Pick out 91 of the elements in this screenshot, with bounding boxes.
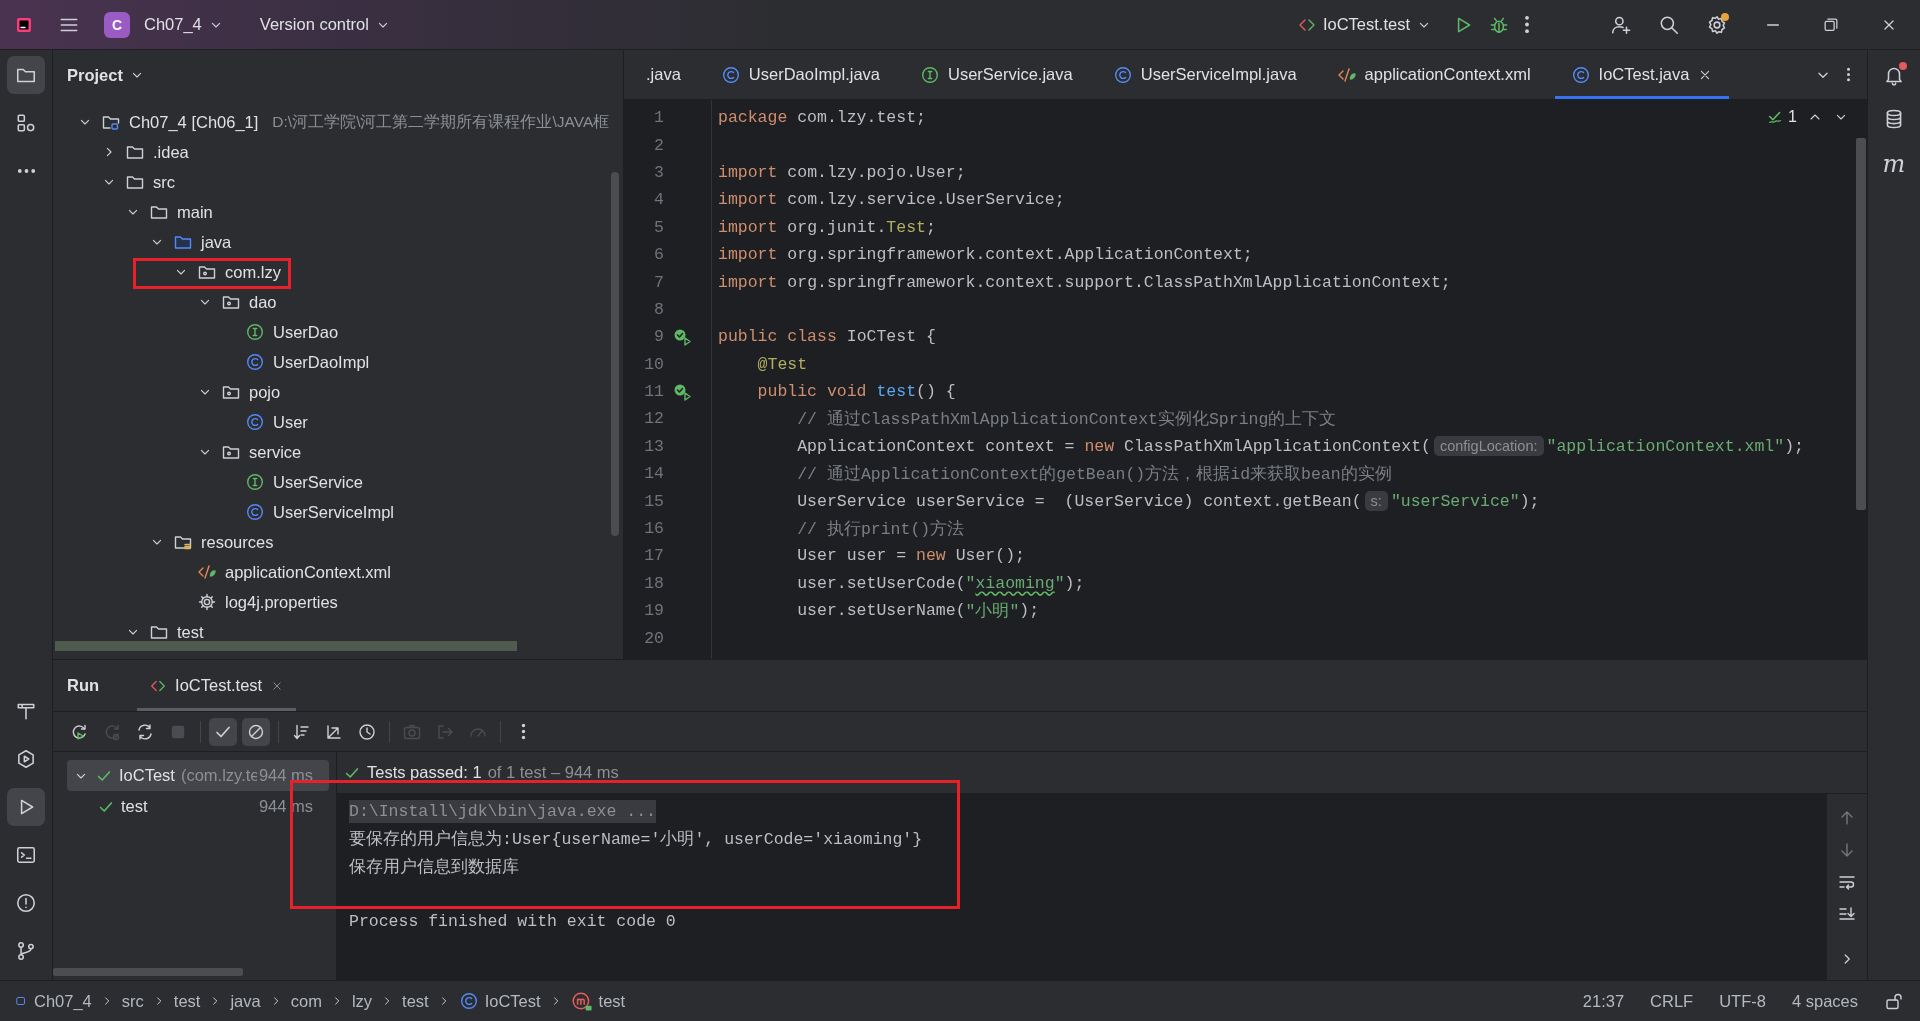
- tree-item[interactable]: main: [177, 202, 213, 222]
- tree-item[interactable]: Ch07_4 [Ch06_1]: [129, 112, 259, 132]
- code-line: import org.junit.Test;: [718, 216, 936, 239]
- line-number: 2: [653, 135, 664, 155]
- line-separator[interactable]: CRLF: [1650, 991, 1694, 1011]
- version-control-menu[interactable]: Version control: [253, 11, 397, 38]
- code-line: // 通过ClassPathXmlApplicationContext实例化Spring的上下文: [796, 409, 1337, 431]
- breadcrumb[interactable]: src: [121, 991, 144, 1011]
- editor-tab[interactable]: UserDaoImpl.java: [704, 50, 896, 99]
- tree-item[interactable]: service: [249, 442, 302, 462]
- tree-item[interactable]: com.lzy: [225, 262, 281, 282]
- code-line: import org.springframework.context.ApplicationContext;: [718, 244, 1253, 267]
- line-number: 10: [643, 354, 664, 374]
- breadcrumb[interactable]: IoCTest: [458, 991, 541, 1011]
- cursor-position[interactable]: 21:37: [1582, 991, 1625, 1011]
- code-line: import com.lzy.pojo.User;: [718, 161, 966, 184]
- tree-item[interactable]: .idea: [153, 142, 189, 162]
- line-number: 5: [653, 217, 664, 237]
- tree-item[interactable]: resources: [201, 532, 274, 552]
- line-number: 12: [643, 409, 664, 429]
- test-name: test: [121, 797, 148, 816]
- tree-item[interactable]: log4j.properties: [225, 592, 338, 612]
- breadcrumb[interactable]: test: [173, 991, 201, 1011]
- console-output-line: 要保存的用户信息为:User{userName='小明', userCode='xiaoming'}: [349, 829, 923, 851]
- line-number: 15: [643, 491, 664, 511]
- line-number: 20: [643, 628, 664, 648]
- code-line: UserService userService = (UserService) context.getBean( s: "userService");: [796, 490, 1540, 514]
- code-line: package com.lzy.test;: [718, 107, 926, 130]
- inspection-widget[interactable]: 1: [1767, 108, 1797, 126]
- line-number: 14: [643, 464, 664, 484]
- editor-tab[interactable]: IoCTest.java: [1554, 50, 1730, 99]
- editor-tab[interactable]: .java: [630, 50, 697, 99]
- line-number: 13: [643, 436, 664, 456]
- breadcrumb[interactable]: test: [402, 991, 429, 1011]
- tree-item[interactable]: UserDao: [273, 322, 339, 342]
- tree-item[interactable]: pojo: [249, 382, 281, 402]
- breadcrumb[interactable]: com: [290, 991, 322, 1011]
- line-number: 9: [653, 327, 664, 347]
- editor-tab[interactable]: UserServiceImpl.java: [1096, 50, 1313, 99]
- tree-item[interactable]: test: [177, 622, 204, 642]
- editor-tab[interactable]: UserService.java: [904, 50, 1089, 99]
- console-output-line: 保存用户信息到数据库: [349, 856, 519, 878]
- tests-detail: of 1 test – 944 ms: [487, 763, 619, 782]
- tree-item[interactable]: dao: [249, 292, 277, 312]
- panel-title: Run: [67, 675, 100, 696]
- tree-item[interactable]: applicationContext.xml: [225, 562, 391, 582]
- tests-status: Tests passed: 1: [367, 763, 482, 782]
- tree-item[interactable]: UserServiceImpl: [273, 502, 395, 522]
- line-number: 8: [653, 299, 664, 319]
- run-tab[interactable]: IoCTest.test: [137, 660, 297, 711]
- editor-tab[interactable]: applicationContext.xml: [1320, 50, 1547, 99]
- test-name: IoCTest: [119, 766, 175, 785]
- line-number: 19: [643, 601, 664, 621]
- breadcrumb[interactable]: java: [230, 991, 261, 1011]
- tree-item[interactable]: java: [201, 232, 232, 252]
- project-view-selector[interactable]: Project: [67, 65, 145, 85]
- code-line: User user = new User();: [796, 545, 1025, 568]
- code-line: // 执行print()方法: [796, 518, 965, 541]
- line-number: 18: [643, 573, 664, 593]
- code-line: @Test: [756, 353, 808, 376]
- code-line: // 通过ApplicationContext的getBean()方法，根据id来获取bean的实例: [796, 463, 1392, 486]
- line-number: 16: [643, 519, 664, 539]
- code-line: ApplicationContext context = new ClassPathXmlApplicationContext( configLocation: "applicationContext.xml");: [796, 435, 1804, 459]
- line-number: 11: [643, 382, 664, 402]
- breadcrumb[interactable]: Ch07_4: [14, 991, 92, 1011]
- breadcrumb[interactable]: lzy: [351, 991, 373, 1011]
- tree-item[interactable]: UserService: [273, 472, 363, 492]
- tree-item[interactable]: src: [153, 172, 175, 192]
- line-number: 6: [653, 245, 664, 265]
- line-number: 17: [643, 546, 664, 566]
- indent-setting[interactable]: 4 spaces: [1791, 991, 1858, 1011]
- maven-tool-button[interactable]: m: [1882, 152, 1906, 176]
- tree-item[interactable]: User: [273, 412, 308, 432]
- code-line: public class IoCTest {: [718, 326, 936, 349]
- project-badge: C: [104, 11, 130, 38]
- tree-item[interactable]: UserDaoImpl: [273, 352, 370, 372]
- line-number: 7: [653, 272, 664, 292]
- file-encoding[interactable]: UTF-8: [1719, 991, 1766, 1011]
- code-line: user.setUserName("小明");: [796, 600, 1040, 623]
- code-line: import com.lzy.service.UserService;: [718, 189, 1065, 212]
- code-line: public void test() {: [756, 381, 956, 404]
- project-path: D:\河工学院\河工第二学期所有课程作业\JAVA框: [272, 111, 610, 132]
- line-number: 4: [653, 190, 664, 210]
- console-exit-line: Process finished with exit code 0: [349, 912, 676, 932]
- code-line: user.setUserCode("xiaoming");: [796, 572, 1085, 595]
- breadcrumb[interactable]: test: [570, 990, 626, 1012]
- line-number: 1: [653, 108, 664, 128]
- run-configuration-selector[interactable]: IoCTest.test: [1290, 10, 1438, 39]
- code-line: import org.springframework.context.support.ClassPathXmlApplicationContext;: [718, 271, 1451, 294]
- line-number: 3: [653, 162, 664, 182]
- project-name-dropdown[interactable]: Ch07_4: [138, 11, 230, 38]
